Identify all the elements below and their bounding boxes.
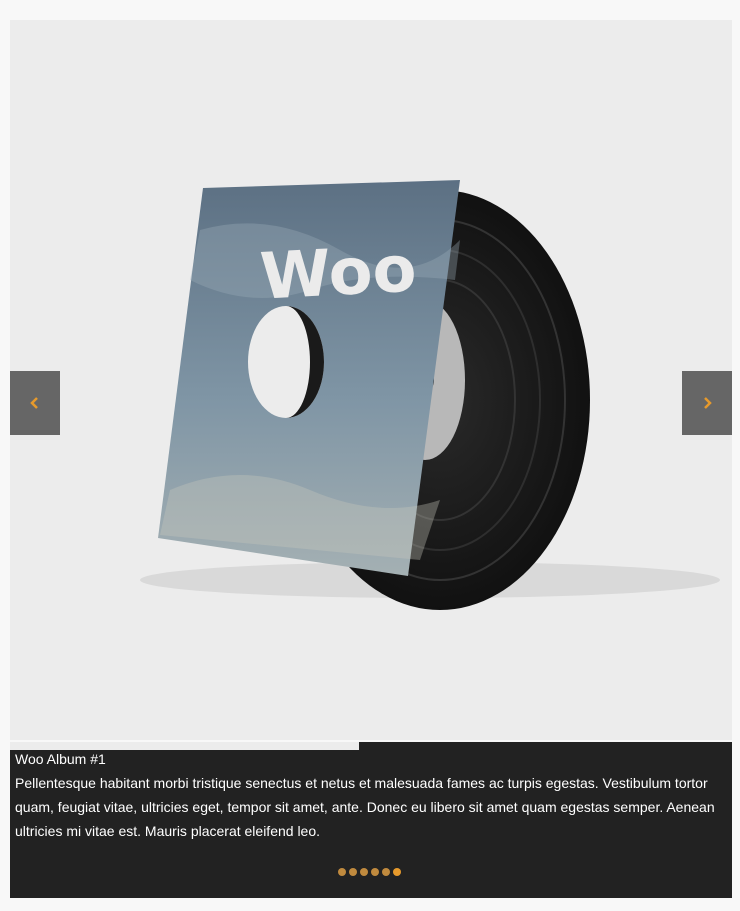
caption-title: Woo Album #1	[15, 751, 106, 767]
pager-dot-1[interactable]	[338, 868, 346, 876]
album-logo: Woo	[258, 232, 418, 314]
slide-caption: Woo Album #1 Pellentesque habitant morbi…	[10, 742, 732, 898]
pager-dot-6[interactable]	[393, 868, 401, 876]
slider-pager	[338, 868, 401, 876]
pager-dot-3[interactable]	[360, 868, 368, 876]
album-sleeve: Woo	[158, 180, 460, 576]
pager-dot-5[interactable]	[382, 868, 390, 876]
caption-notch	[10, 742, 359, 750]
product-slider: Woo	[10, 20, 732, 740]
slider-prev-button[interactable]	[10, 371, 60, 435]
slider-next-button[interactable]	[682, 371, 732, 435]
pager-dot-4[interactable]	[371, 868, 379, 876]
pager-dot-2[interactable]	[349, 868, 357, 876]
album-slide-image: Woo	[140, 180, 720, 610]
chevron-left-icon	[30, 397, 38, 409]
chevron-right-icon	[704, 397, 712, 409]
caption-text: Pellentesque habitant morbi tristique se…	[15, 775, 715, 839]
